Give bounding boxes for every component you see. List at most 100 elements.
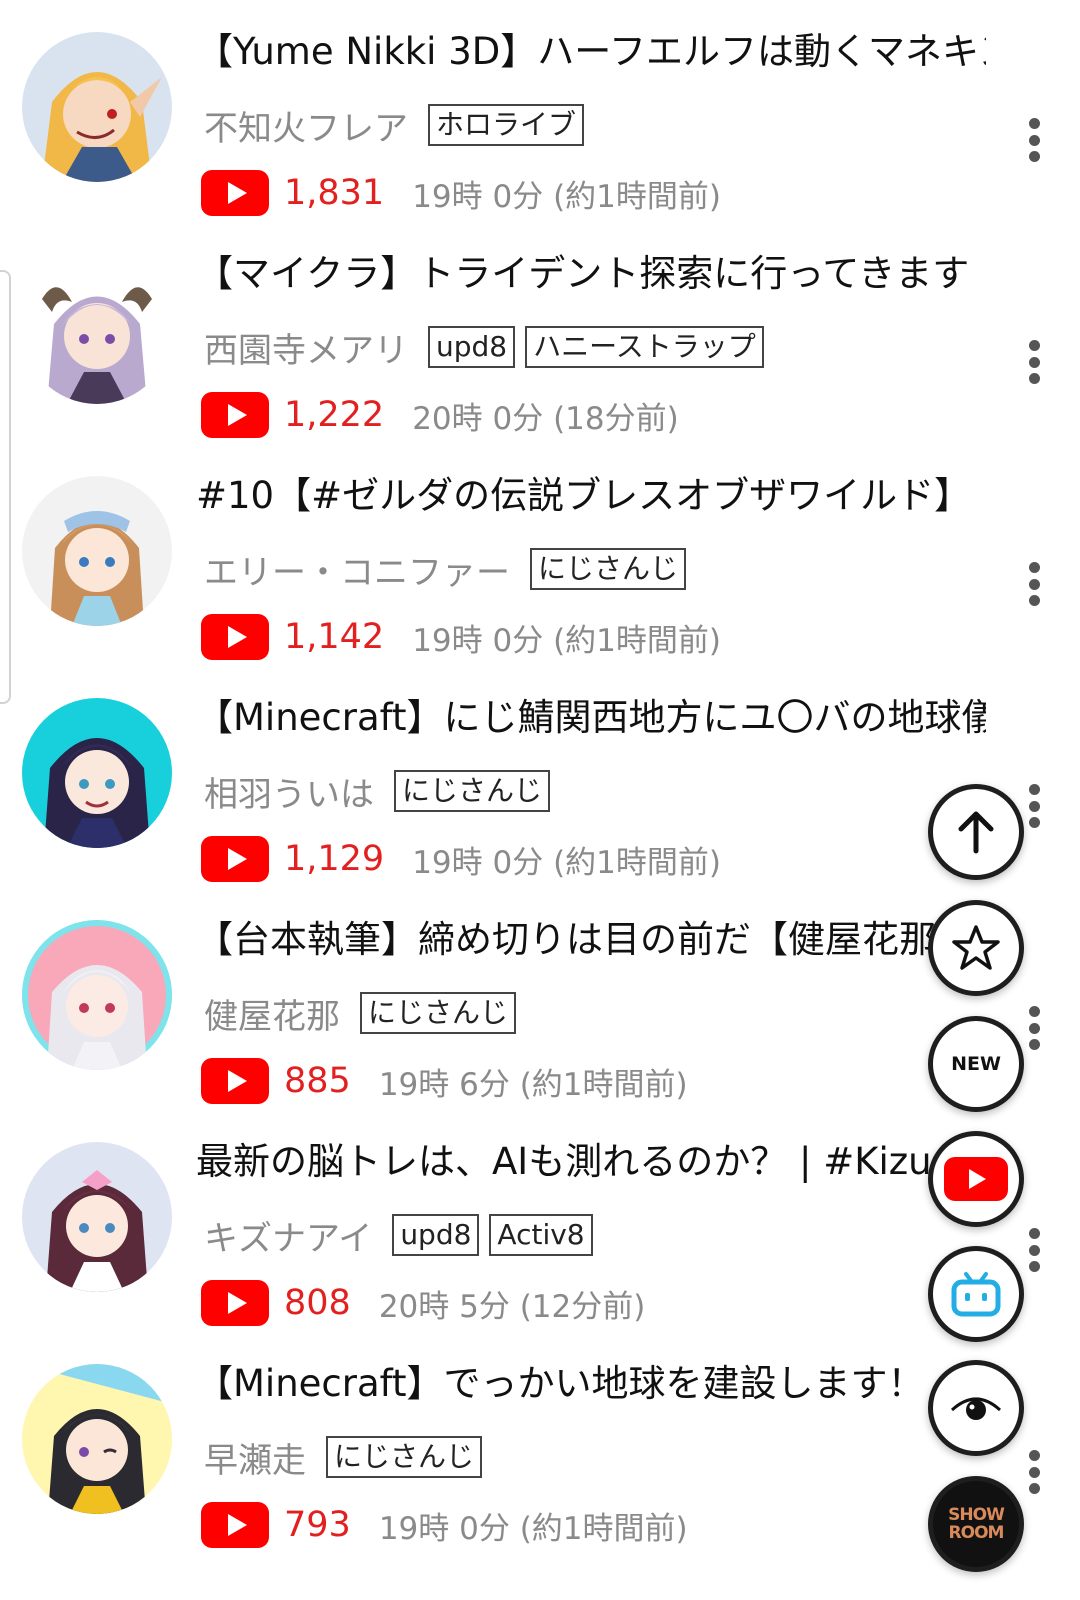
avatar-image bbox=[22, 32, 172, 182]
video-row[interactable]: 【台本執筆】締め切りは目の前だ【健屋花那 健屋花那 にじさんじ 885 19時 … bbox=[0, 888, 1080, 1110]
channel-name[interactable]: キズナアイ bbox=[204, 1211, 372, 1260]
start-time: 19時 0分 (約1時間前) bbox=[412, 844, 721, 881]
video-title[interactable]: 【Minecraft】でっかい地球を建設します！ bbox=[196, 1358, 986, 1410]
channel-line: エリー・コニファー にじさんじ bbox=[204, 544, 696, 594]
mirrativ-icon bbox=[950, 1397, 1002, 1420]
video-title[interactable]: 【マイクラ】トライデント探索に行ってきます bbox=[196, 248, 986, 300]
avatar-image bbox=[22, 254, 172, 404]
avatar-image bbox=[22, 1142, 172, 1292]
mirrativ-filter-button[interactable] bbox=[928, 1360, 1024, 1456]
favorites-button[interactable] bbox=[928, 900, 1024, 996]
viewer-count: 808 bbox=[284, 1283, 351, 1323]
viewer-count: 1,129 bbox=[284, 839, 385, 879]
channel-avatar[interactable] bbox=[22, 254, 172, 404]
video-title[interactable]: 【Yume Nikki 3D】ハーフエルフは動くマネキン bbox=[196, 26, 986, 78]
start-time: 19時 0分 (約1時間前) bbox=[412, 622, 721, 659]
youtube-icon bbox=[201, 170, 269, 216]
viewer-count: 1,222 bbox=[284, 395, 385, 435]
star-icon bbox=[952, 925, 1000, 970]
group-tag[interactable]: upd8 bbox=[428, 326, 516, 368]
start-time: 19時 6分 (約1時間前) bbox=[378, 1066, 688, 1103]
channel-avatar[interactable] bbox=[22, 920, 172, 1070]
stats-line: 1,222 20時 0分 (18分前) bbox=[200, 390, 679, 440]
arrow-up-icon bbox=[958, 811, 994, 854]
video-row[interactable]: #10【#ゼルダの伝説ブレスオブザワイルド】 エリー・コニファー にじさんじ 1… bbox=[0, 444, 1080, 666]
channel-name[interactable]: 不知火フレア bbox=[204, 101, 408, 150]
channel-line: 不知火フレア ホロライブ bbox=[204, 100, 594, 150]
start-time: 19時 0分 (約1時間前) bbox=[412, 178, 721, 215]
video-row[interactable]: 【Minecraft】でっかい地球を建設します！ 早瀬走 にじさんじ 793 1… bbox=[0, 1332, 1080, 1554]
video-title[interactable]: 【台本執筆】締め切りは目の前だ【健屋花那 bbox=[196, 914, 986, 966]
more-options-icon[interactable] bbox=[1026, 784, 1042, 828]
youtube-icon bbox=[201, 836, 269, 882]
more-options-icon[interactable] bbox=[1026, 118, 1042, 162]
channel-name[interactable]: 健屋花那 bbox=[204, 989, 340, 1038]
avatar-image bbox=[22, 476, 172, 626]
channel-line: 西園寺メアリ upd8 ハニーストラップ bbox=[204, 322, 774, 372]
stats-line: 808 20時 5分 (12分前) bbox=[200, 1278, 645, 1328]
youtube-filter-button[interactable] bbox=[928, 1131, 1024, 1227]
youtube-icon bbox=[944, 1157, 1008, 1201]
viewer-count: 1,831 bbox=[284, 173, 385, 213]
bilibili-icon bbox=[951, 1272, 1001, 1317]
youtube-icon bbox=[201, 614, 269, 660]
group-tag[interactable]: upd8 bbox=[392, 1214, 480, 1256]
video-row[interactable]: 【Minecraft】にじ鯖関西地方にユ〇バの地球儀 相羽ういは にじさんじ 1… bbox=[0, 666, 1080, 888]
group-tag[interactable]: にじさんじ bbox=[394, 770, 551, 812]
video-row[interactable]: 【Yume Nikki 3D】ハーフエルフは動くマネキン 不知火フレア ホロライ… bbox=[0, 0, 1080, 222]
video-row[interactable]: 最新の脳トレは、AIも測れるのか？ | #Kizu キズナアイ upd8 Act… bbox=[0, 1110, 1080, 1332]
group-tag[interactable]: ホロライブ bbox=[428, 104, 585, 146]
viewer-count: 1,142 bbox=[284, 617, 385, 657]
channel-line: 早瀬走 にじさんじ bbox=[204, 1432, 492, 1482]
start-time: 19時 0分 (約1時間前) bbox=[378, 1510, 688, 1547]
viewer-count: 885 bbox=[284, 1061, 351, 1101]
channel-line: キズナアイ upd8 Activ8 bbox=[204, 1210, 603, 1260]
group-tag[interactable]: Activ8 bbox=[489, 1214, 593, 1256]
start-time: 20時 5分 (12分前) bbox=[378, 1288, 646, 1325]
group-tag[interactable]: にじさんじ bbox=[326, 1436, 483, 1478]
more-options-icon[interactable] bbox=[1026, 1228, 1042, 1272]
channel-name[interactable]: エリー・コニファー bbox=[204, 545, 510, 594]
more-options-icon[interactable] bbox=[1026, 340, 1042, 384]
channel-line: 健屋花那 にじさんじ bbox=[204, 988, 526, 1038]
channel-avatar[interactable] bbox=[22, 698, 172, 848]
bilibili-filter-button[interactable] bbox=[928, 1246, 1024, 1342]
channel-avatar[interactable] bbox=[22, 1142, 172, 1292]
more-options-icon[interactable] bbox=[1026, 562, 1042, 606]
channel-name[interactable]: 相羽ういは bbox=[204, 767, 374, 816]
youtube-icon bbox=[201, 392, 269, 438]
avatar-image bbox=[22, 1364, 172, 1514]
stats-line: 1,142 19時 0分 (約1時間前) bbox=[200, 612, 721, 662]
stats-line: 885 19時 6分 (約1時間前) bbox=[200, 1056, 688, 1106]
channel-avatar[interactable] bbox=[22, 476, 172, 626]
scroll-to-top-button[interactable] bbox=[928, 784, 1024, 880]
video-title[interactable]: 最新の脳トレは、AIも測れるのか？ | #Kizu bbox=[196, 1136, 986, 1188]
channel-avatar[interactable] bbox=[22, 1364, 172, 1514]
youtube-icon bbox=[201, 1280, 269, 1326]
new-label: NEW bbox=[951, 1053, 1001, 1075]
more-options-icon[interactable] bbox=[1026, 1450, 1042, 1494]
showroom-filter-button[interactable]: SHOW ROOM bbox=[928, 1476, 1024, 1572]
video-title[interactable]: 【Minecraft】にじ鯖関西地方にユ〇バの地球儀 bbox=[196, 692, 986, 744]
stats-line: 1,831 19時 0分 (約1時間前) bbox=[200, 168, 721, 218]
group-tag[interactable]: ハニーストラップ bbox=[525, 326, 764, 368]
group-tag[interactable]: にじさんじ bbox=[530, 548, 687, 590]
new-button[interactable]: NEW bbox=[928, 1016, 1024, 1112]
channel-name[interactable]: 西園寺メアリ bbox=[204, 323, 408, 372]
channel-name[interactable]: 早瀬走 bbox=[204, 1433, 306, 1482]
stats-line: 793 19時 0分 (約1時間前) bbox=[200, 1500, 688, 1550]
viewer-count: 793 bbox=[284, 1505, 351, 1545]
avatar-image bbox=[22, 698, 172, 848]
more-options-icon[interactable] bbox=[1026, 1006, 1042, 1050]
showroom-logo: SHOW ROOM bbox=[948, 1505, 1005, 1543]
video-row[interactable]: 【マイクラ】トライデント探索に行ってきます 西園寺メアリ upd8 ハニーストラ… bbox=[0, 222, 1080, 444]
youtube-icon bbox=[201, 1502, 269, 1548]
video-title[interactable]: #10【#ゼルダの伝説ブレスオブザワイルド】 bbox=[196, 470, 986, 522]
channel-avatar[interactable] bbox=[22, 32, 172, 182]
stats-line: 1,129 19時 0分 (約1時間前) bbox=[200, 834, 721, 884]
channel-line: 相羽ういは にじさんじ bbox=[204, 766, 560, 816]
group-tag[interactable]: にじさんじ bbox=[360, 992, 517, 1034]
youtube-icon bbox=[201, 1058, 269, 1104]
start-time: 20時 0分 (18分前) bbox=[412, 400, 679, 437]
avatar-image bbox=[22, 920, 172, 1070]
